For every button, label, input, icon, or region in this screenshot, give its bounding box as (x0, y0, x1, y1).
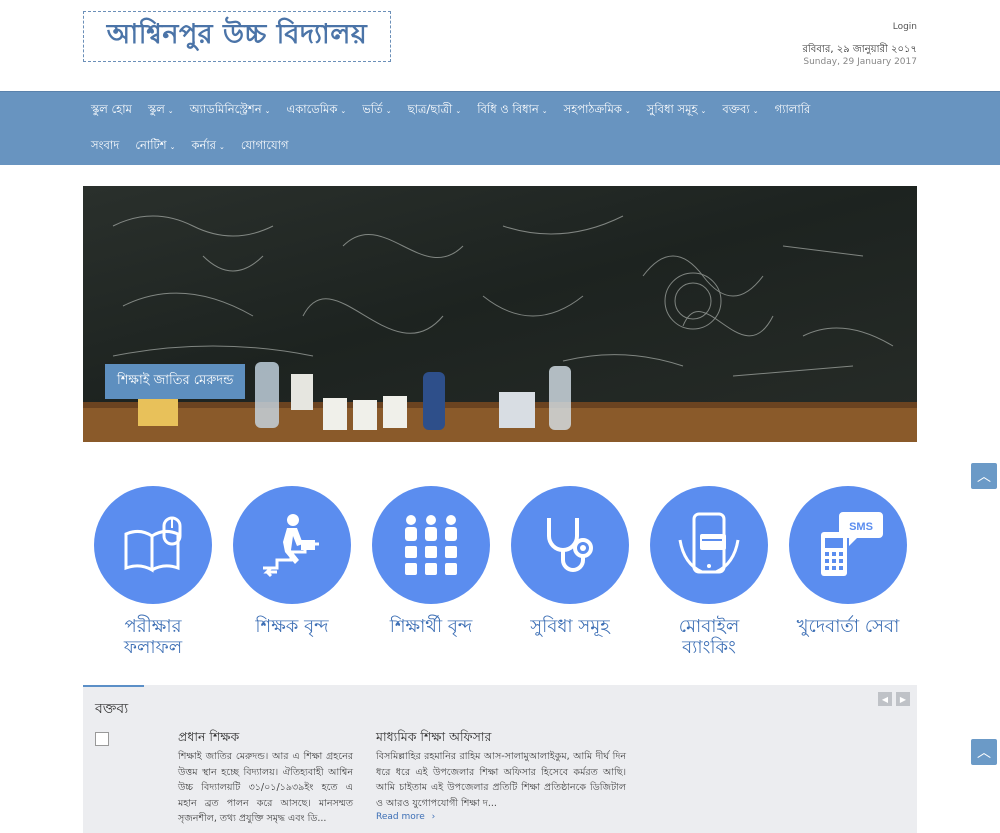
site-header: আশ্বিনপুর উচ্চ বিদ্যালয় Login রবিবার, ২… (0, 0, 1000, 91)
tile-label: মোবাইল ব্যাংকিং (678, 616, 740, 658)
tile-label: খুদেবার্তা সেবা (796, 616, 900, 637)
panel-tab-indicator (83, 685, 144, 687)
tile-facilities[interactable]: সুবিধা সমূহ (511, 486, 629, 637)
nav-item[interactable]: স্কুল ⌄ (140, 102, 182, 119)
chevron-down-icon: ⌄ (264, 106, 271, 115)
nav-item[interactable]: সংবাদ (83, 138, 127, 155)
chevron-down-icon: ⌄ (700, 106, 707, 115)
speech-text-headmaster: শিক্ষাই জাতির মেরুদন্ড। আর এ শিক্ষা গ্রহ… (178, 751, 353, 824)
nav-item-label: যোগাযোগ (240, 138, 289, 152)
tile-sms-service[interactable]: SMS খুদেবার্তা সেবা (789, 486, 907, 637)
tile-label: শিক্ষক বৃন্দ (255, 616, 329, 637)
tile-exam-results[interactable]: পরীক্ষার ফলাফল (94, 486, 212, 658)
tile-teachers[interactable]: শিক্ষক বৃন্দ (233, 486, 351, 637)
hero-slider[interactable]: শিক্ষাই জাতির মেরুদন্ড (83, 186, 917, 442)
tile-mobile-banking[interactable]: মোবাইল ব্যাংকিং (650, 486, 768, 658)
nav-item-label: সংবাদ (91, 138, 120, 152)
nav-item-label: গ্যালারি (774, 102, 811, 116)
stethoscope-icon (511, 486, 629, 604)
chevron-down-icon: ⌄ (340, 106, 347, 115)
main-navigation: স্কুল হোম স্কুল ⌄ অ্যাডমিনিস্ট্রেশন ⌄ একাডেমি… (0, 91, 1000, 165)
chevron-down-icon: ⌄ (385, 106, 392, 115)
nav-item-label: একাডেমিক (286, 102, 338, 116)
nav-item[interactable]: ভর্তি ⌄ (354, 102, 399, 119)
chevron-left-icon: ◀ (881, 694, 889, 704)
nav-item-label: স্কুল হোম (91, 102, 132, 116)
read-more-label: Read more (376, 812, 425, 822)
speech-panel: বক্তব্য ◀ ▶ প্রধান শিক্ষক শিক্ষাই জাতির … (83, 685, 917, 833)
headmaster-photo (95, 732, 109, 746)
mobile-banking-icon (650, 486, 768, 604)
nav-item-label: অ্যাডমিনিস্ট্রেশন (189, 102, 262, 116)
chalkboard-image (83, 186, 917, 442)
chevron-up-icon: ︿ (977, 469, 991, 485)
site-title: আশ্বিনপুর উচ্চ বিদ্যালয় (106, 19, 368, 50)
speech-title-education-officer[interactable]: মাধ্যমিক শিক্ষা অফিসার (376, 729, 491, 749)
slider-caption: শিক্ষাই জাতির মেরুদন্ড (105, 364, 246, 399)
nav-item-label: কর্নার (191, 138, 217, 152)
tile-students[interactable]: শিক্ষার্থী বৃন্দ (372, 486, 490, 637)
nav-item[interactable]: গ্যালারি (767, 102, 819, 119)
book-mouse-icon (94, 486, 212, 604)
login-link[interactable]: Login (893, 22, 917, 32)
nav-item[interactable]: বক্তব্য ⌄ (714, 102, 766, 119)
nav-row-secondary: সংবাদ নোটিশ ⌄ কর্নার ⌄ যোগাযোগ (83, 138, 917, 155)
nav-item[interactable]: নোটিশ ⌄ (127, 138, 183, 155)
nav-item[interactable]: সুবিধা সমূহ ⌄ (639, 102, 715, 119)
nav-item-label: বক্তব্য (722, 102, 750, 116)
nav-row-primary: স্কুল হোম স্কুল ⌄ অ্যাডমিনিস্ট্রেশন ⌄ একাডেমি… (83, 102, 917, 119)
chevron-right-icon: › (431, 812, 436, 822)
panel-title: বক্তব্য (95, 701, 129, 717)
speech-text-education-officer: বিসমিল্লাহির রহমানির রাহিম আস-সালামুআলাই… (376, 751, 626, 809)
nav-item-label: বিধি ও বিধান (477, 102, 539, 116)
students-group-icon (372, 486, 490, 604)
nav-item-label: সুবিধা সমূহ (646, 102, 698, 116)
nav-item[interactable]: সহপাঠক্রমিক ⌄ (556, 102, 639, 119)
chevron-right-icon: ▶ (899, 694, 907, 704)
scroll-top-button-secondary[interactable]: ︿ (971, 739, 997, 765)
chevron-down-icon: ⌄ (169, 142, 176, 151)
nav-item-label: ভর্তি (362, 102, 383, 116)
tile-label: শিক্ষার্থী বৃন্দ (389, 616, 473, 637)
sms-phone-icon: SMS (789, 486, 907, 604)
tile-label: সুবিধা সমূহ (530, 616, 610, 637)
nav-item[interactable]: যোগাযোগ (233, 138, 297, 155)
carousel-next-button[interactable]: ▶ (896, 692, 910, 706)
speech-title-headmaster[interactable]: প্রধান শিক্ষক (178, 729, 239, 749)
nav-item-label: সহপাঠক্রমিক (563, 102, 622, 116)
read-more-link[interactable]: Read more › (376, 812, 435, 822)
chevron-up-icon: ︿ (977, 745, 991, 761)
nav-item[interactable]: বিধি ও বিধান ⌄ (469, 102, 555, 119)
scroll-top-button[interactable]: ︿ (971, 463, 997, 489)
nav-item[interactable]: কর্নার ⌄ (183, 138, 232, 155)
nav-item[interactable]: একাডেমিক ⌄ (278, 102, 354, 119)
chevron-down-icon: ⌄ (167, 106, 174, 115)
nav-item-label: নোটিশ (135, 138, 167, 152)
date-english: Sunday, 29 January 2017 (803, 57, 917, 67)
nav-item[interactable]: স্কুল হোম (83, 102, 140, 119)
chevron-down-icon: ⌄ (752, 106, 759, 115)
nav-item[interactable]: ছাত্র/ছাত্রী ⌄ (400, 102, 470, 119)
chevron-down-icon: ⌄ (455, 106, 462, 115)
tile-label: পরীক্ষার ফলাফল (123, 616, 183, 658)
nav-item[interactable]: অ্যাডমিনিস্ট্রেশন ⌄ (182, 102, 279, 119)
nav-item-label: ছাত্র/ছাত্রী (407, 102, 453, 116)
chevron-down-icon: ⌄ (624, 106, 631, 115)
chevron-down-icon: ⌄ (219, 142, 225, 151)
carousel-prev-button[interactable]: ◀ (878, 692, 892, 706)
nav-item-label: স্কুল (147, 102, 165, 116)
sms-badge: SMS (849, 521, 873, 533)
site-logo[interactable]: আশ্বিনপুর উচ্চ বিদ্যালয় (83, 11, 391, 62)
teacher-stairs-icon (233, 486, 351, 604)
chevron-down-icon: ⌄ (541, 106, 548, 115)
